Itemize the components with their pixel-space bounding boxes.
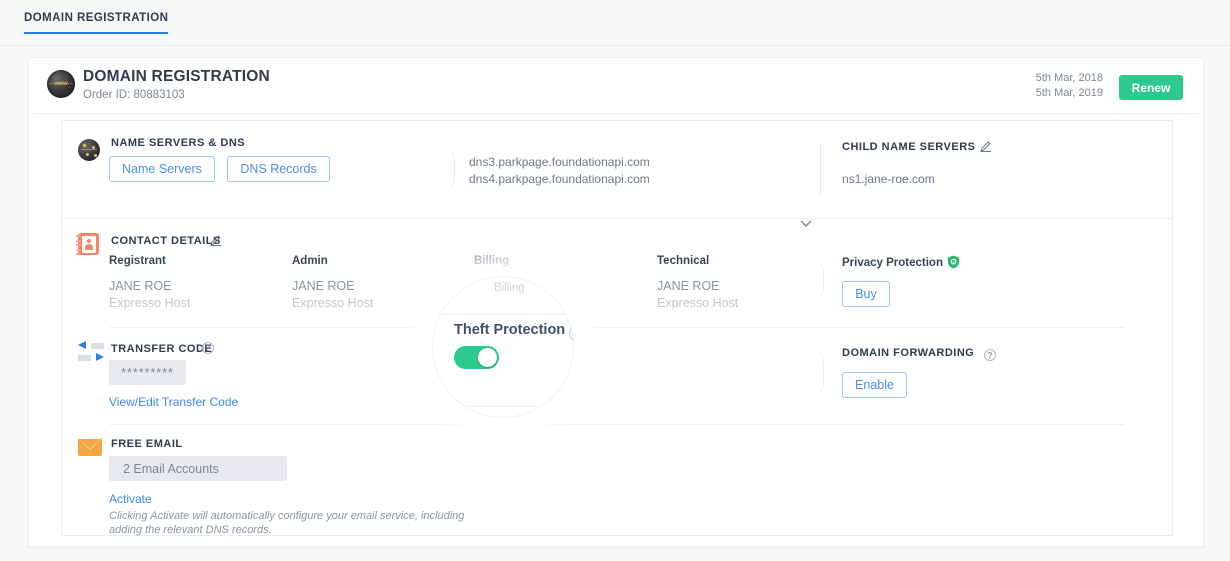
contact-name: JANE ROE xyxy=(109,279,289,293)
spotlight-ghost-label: Billing xyxy=(494,282,525,294)
privacy-protection-block: Privacy Protection Buy xyxy=(842,253,960,307)
child-name-servers-block: CHILD NAME SERVERS ns1.jane-roe.com xyxy=(842,137,992,188)
domain-card: www DOMAIN REGISTRATION Order ID: 808831… xyxy=(28,57,1204,547)
contact-org: Expresso Host xyxy=(657,296,817,310)
validity-dates: 5th Mar, 2018 5th Mar, 2019 xyxy=(1036,71,1103,101)
child-name-servers-label: CHILD NAME SERVERS xyxy=(842,141,975,153)
divider-bracket xyxy=(814,259,824,301)
theft-protection-text: Theft Protection xyxy=(454,322,565,338)
card-header: www DOMAIN REGISTRATION Order ID: 808831… xyxy=(33,58,1199,114)
spotlight-gridline xyxy=(428,314,578,315)
activate-link[interactable]: Activate xyxy=(109,492,152,506)
start-date: 5th Mar, 2018 xyxy=(1036,71,1103,86)
child-nameserver-value: ns1.jane-roe.com xyxy=(842,171,992,188)
tab-domain-registration[interactable]: DOMAIN REGISTRATION xyxy=(24,12,168,34)
question-mark-icon[interactable]: ? xyxy=(984,349,996,361)
section-transfer-code: TRANSFER CODE ? ********* View/Edit Tran… xyxy=(62,327,1172,424)
envelope-icon xyxy=(78,438,102,456)
theft-protection-toggle[interactable] xyxy=(454,346,499,369)
column-heading: Registrant xyxy=(109,255,289,267)
section-contact-details: CONTACT DETAILS Registrant JANE ROE xyxy=(62,219,1172,327)
contact-name: JANE ROE xyxy=(657,279,817,293)
email-accounts-box: 2 Email Accounts xyxy=(109,456,287,481)
column-heading: Billing xyxy=(474,255,654,267)
dns-records-button[interactable]: DNS Records xyxy=(227,156,329,182)
top-tab-bar: DOMAIN REGISTRATION xyxy=(0,0,1230,46)
column-heading: Admin xyxy=(292,255,472,267)
column-heading: Technical xyxy=(657,255,817,267)
privacy-buy-button[interactable]: Buy xyxy=(842,281,890,307)
globe-icon xyxy=(78,139,100,161)
end-date: 5th Mar, 2019 xyxy=(1036,86,1103,101)
transfer-code-value-box: ********* xyxy=(109,360,186,385)
vertical-divider xyxy=(820,143,821,195)
contact-name: JANE ROE xyxy=(292,279,472,293)
order-id: Order ID: 80883103 xyxy=(83,89,185,101)
page-title: DOMAIN REGISTRATION xyxy=(83,68,270,86)
contact-column-registrant: Registrant JANE ROE Expresso Host xyxy=(109,255,289,310)
name-servers-button[interactable]: Name Servers xyxy=(109,156,215,182)
divider-bracket xyxy=(445,147,455,191)
pencil-icon[interactable] xyxy=(980,140,992,152)
page-root: DOMAIN REGISTRATION www DOMAIN REGISTRAT… xyxy=(0,0,1230,561)
details-panel: NAME SERVERS & DNS Name Servers DNS Reco… xyxy=(61,120,1173,536)
name-servers-label: NAME SERVERS & DNS xyxy=(111,137,245,149)
nameserver-value: dns3.parkpage.foundationapi.com xyxy=(469,154,650,171)
section-name-servers: NAME SERVERS & DNS Name Servers DNS Reco… xyxy=(62,121,1172,219)
renew-button[interactable]: Renew xyxy=(1119,75,1183,100)
section-free-email: FREE EMAIL 2 Email Accounts Activate Cli… xyxy=(62,424,1172,534)
globe-www-text: www xyxy=(54,81,67,87)
question-mark-icon[interactable]: ? xyxy=(202,342,214,354)
globe-www-icon: www xyxy=(47,70,75,98)
view-edit-transfer-code-link[interactable]: View/Edit Transfer Code xyxy=(109,395,238,409)
contact-column-technical: Technical JANE ROE Expresso Host xyxy=(657,255,817,310)
note-line-1: Clicking Activate will automatically con… xyxy=(109,509,529,523)
address-book-icon xyxy=(78,233,99,255)
name-servers-values: dns3.parkpage.foundationapi.com dns4.par… xyxy=(469,154,650,188)
contact-details-label: CONTACT DETAILS xyxy=(111,235,221,247)
domain-forwarding-enable-button[interactable]: Enable xyxy=(842,372,907,398)
privacy-protection-label: Privacy Protection xyxy=(842,257,943,269)
contact-org: Expresso Host xyxy=(109,296,289,310)
theft-protection-spotlight: Billing Theft Protection? xyxy=(428,272,578,422)
pencil-icon[interactable] xyxy=(210,234,222,246)
shield-icon xyxy=(947,255,960,269)
email-accounts-value: 2 Email Accounts xyxy=(109,456,287,481)
divider-bracket xyxy=(814,349,824,397)
name-servers-buttons: Name Servers DNS Records xyxy=(109,156,330,182)
transfer-arrows-icon xyxy=(78,341,104,365)
free-email-note: Clicking Activate will automatically con… xyxy=(109,509,529,537)
chevron-down-icon[interactable] xyxy=(798,215,814,231)
domain-forwarding-block: DOMAIN FORWARDING ? Enable xyxy=(842,343,996,398)
domain-forwarding-label: DOMAIN FORWARDING xyxy=(842,347,974,359)
free-email-label: FREE EMAIL xyxy=(111,438,183,450)
transfer-code-masked: ********* xyxy=(109,360,186,385)
spotlight-gridline xyxy=(428,406,578,407)
toggle-knob xyxy=(478,348,497,367)
transfer-code-label: TRANSFER CODE xyxy=(111,343,212,355)
nameserver-value: dns4.parkpage.foundationapi.com xyxy=(469,171,650,188)
note-line-2: adding the relevant DNS records. xyxy=(109,523,529,537)
theft-protection-label: Theft Protection? xyxy=(454,322,578,341)
